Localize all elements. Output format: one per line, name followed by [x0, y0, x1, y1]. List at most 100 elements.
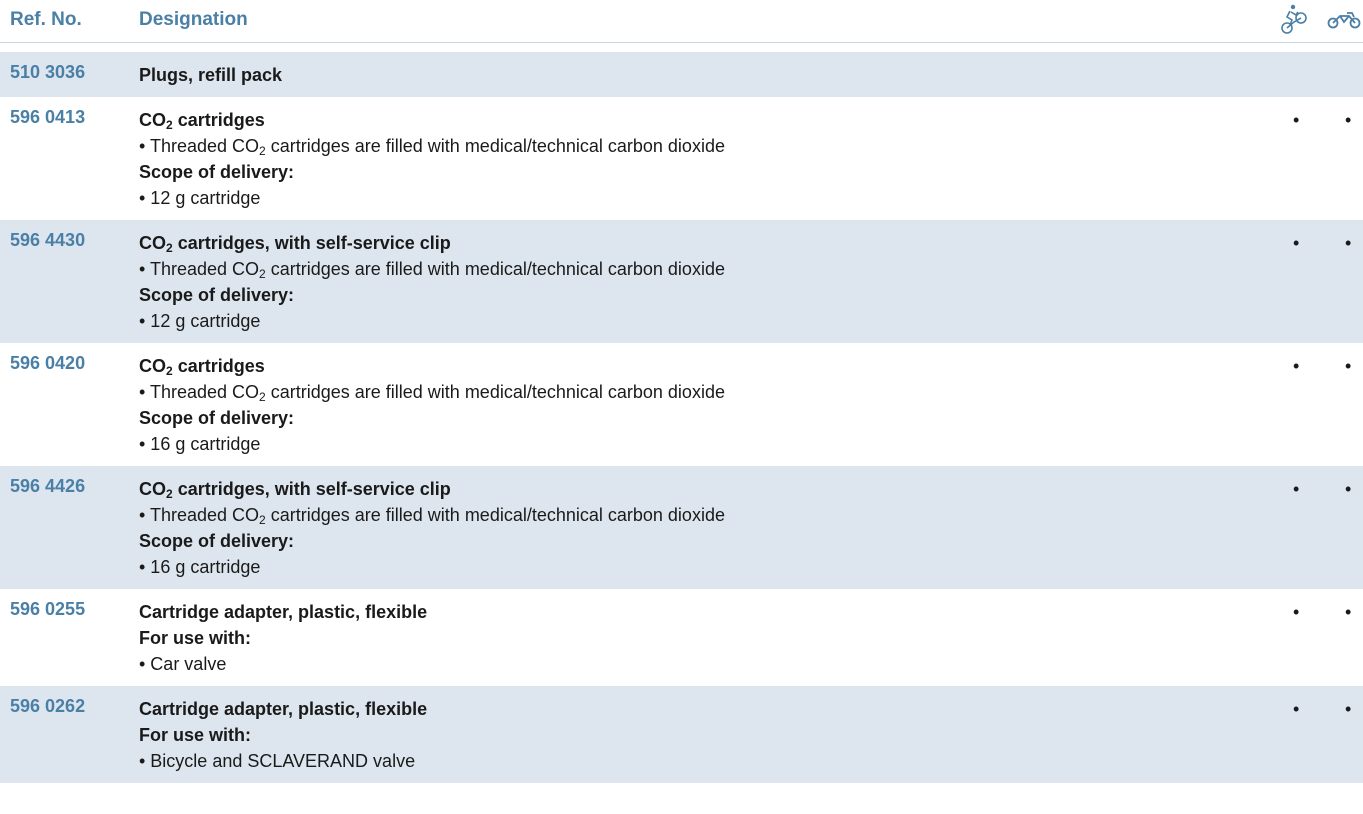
text-part: cartridges are filled with medical/techn…	[265, 505, 725, 525]
text-part: Cartridge adapter, plastic, flexible	[139, 602, 428, 622]
text-part: • Threaded CO	[139, 259, 260, 279]
item-detail: • Threaded CO2 cartridges are filled wit…	[139, 133, 1363, 159]
designation-cell: Cartridge adapter, plastic, flexible For …	[139, 589, 1363, 677]
text-part: cartridges	[172, 110, 265, 130]
table-row: 596 0262 Cartridge adapter, plastic, flex…	[0, 686, 1363, 783]
subscript-text: 2	[166, 241, 173, 255]
designation-cell: CO2 cartridges • Threaded CO2 cartridges …	[139, 343, 1363, 457]
item-detail: • Car valve	[139, 651, 1363, 677]
item-detail: • Threaded CO2 cartridges are filled wit…	[139, 502, 1363, 528]
table-row: 596 4430 CO2 cartridges, with self-servic…	[0, 220, 1363, 343]
text-part: For use with:	[139, 628, 251, 648]
table-row: 596 4426 CO2 cartridges, with self-servic…	[0, 466, 1363, 589]
text-part: • 12 g cartridge	[139, 311, 261, 331]
motorcycle-icon	[1327, 2, 1363, 41]
section-label: Scope of delivery:	[139, 528, 1363, 554]
ref-number: 510 3036	[10, 62, 86, 82]
ref-number: 596 4430	[10, 230, 86, 250]
bicycle-applicable-marker: •	[1293, 110, 1300, 130]
item-detail: • 12 g cartridge	[139, 308, 1363, 334]
text-part: Scope of delivery:	[139, 408, 295, 428]
item-detail: • Threaded CO2 cartridges are filled wit…	[139, 256, 1363, 282]
designation-column-header: Designation	[139, 9, 248, 30]
ref-number: 596 0413	[10, 107, 86, 127]
ref-number: 596 0420	[10, 353, 86, 373]
bicycle-applicable-marker: •	[1293, 233, 1300, 253]
text-part: Scope of delivery:	[139, 162, 295, 182]
text-part: • Threaded CO	[139, 382, 260, 402]
motorcycle-applicable-marker: •	[1345, 699, 1352, 719]
subscript-text: 2	[166, 487, 173, 501]
designation-cell: CO2 cartridges, with self-service clip • …	[139, 466, 1363, 580]
item-detail: • 12 g cartridge	[139, 185, 1363, 211]
text-part: Scope of delivery:	[139, 285, 295, 305]
text-part: CO	[139, 356, 166, 376]
designation-cell: CO2 cartridges • Threaded CO2 cartridges …	[139, 97, 1363, 211]
text-part: • Threaded CO	[139, 505, 260, 525]
text-part: cartridges are filled with medical/techn…	[265, 382, 725, 402]
ref-no-column-header: Ref. No.	[10, 9, 82, 30]
motorcycle-applicable-marker: •	[1345, 356, 1352, 376]
text-part: For use with:	[139, 725, 251, 745]
ref-number: 596 0255	[10, 599, 86, 619]
table-row: 596 0255 Cartridge adapter, plastic, flex…	[0, 589, 1363, 686]
item-detail: • Threaded CO2 cartridges are filled wit…	[139, 379, 1363, 405]
section-label: Scope of delivery:	[139, 405, 1363, 431]
subscript-text: 2	[166, 118, 173, 132]
text-part: • Bicycle and SCLAVERAND valve	[139, 751, 416, 771]
bicycle-applicable-marker: •	[1293, 602, 1300, 622]
section-label: Scope of delivery:	[139, 282, 1363, 308]
item-title: Plugs, refill pack	[139, 62, 1363, 88]
item-title: CO2 cartridges, with self-service clip	[139, 230, 1363, 256]
text-part: • Car valve	[139, 654, 227, 674]
table-header: Ref. No. Designation	[0, 0, 1363, 43]
parts-table-body: 510 3036 Plugs, refill pack 596 0413 CO2 ca…	[0, 52, 1363, 783]
text-part: Scope of delivery:	[139, 531, 295, 551]
motorcycle-applicable-marker: •	[1345, 233, 1352, 253]
bicycle-icon	[1280, 2, 1310, 41]
text-part: cartridges are filled with medical/techn…	[265, 259, 725, 279]
text-part: CO	[139, 110, 166, 130]
text-part: Cartridge adapter, plastic, flexible	[139, 699, 428, 719]
bicycle-applicable-marker: •	[1293, 479, 1300, 499]
subscript-text: 2	[166, 364, 173, 378]
subscript-text: 2	[259, 267, 266, 281]
text-part: cartridges, with self-service clip	[172, 479, 451, 499]
text-part: cartridges, with self-service clip	[172, 233, 451, 253]
item-detail: • 16 g cartridge	[139, 431, 1363, 457]
item-title: Cartridge adapter, plastic, flexible	[139, 599, 1363, 625]
item-detail: • Bicycle and SCLAVERAND valve	[139, 748, 1363, 774]
text-part: cartridges	[172, 356, 265, 376]
text-part: • 16 g cartridge	[139, 557, 261, 577]
motorcycle-applicable-marker: •	[1345, 110, 1352, 130]
designation-cell: CO2 cartridges, with self-service clip • …	[139, 220, 1363, 334]
designation-cell: Cartridge adapter, plastic, flexible For …	[139, 686, 1363, 774]
ref-number: 596 0262	[10, 696, 86, 716]
section-label: Scope of delivery:	[139, 159, 1363, 185]
ref-number: 596 4426	[10, 476, 86, 496]
table-row: 510 3036 Plugs, refill pack	[0, 52, 1363, 97]
item-title: CO2 cartridges	[139, 353, 1363, 379]
bicycle-applicable-marker: •	[1293, 356, 1300, 376]
item-title: CO2 cartridges, with self-service clip	[139, 476, 1363, 502]
text-part: CO	[139, 479, 166, 499]
section-label: For use with:	[139, 625, 1363, 651]
text-part: CO	[139, 233, 166, 253]
item-title: CO2 cartridges	[139, 107, 1363, 133]
text-part: • 16 g cartridge	[139, 434, 261, 454]
item-title: Cartridge adapter, plastic, flexible	[139, 696, 1363, 722]
subscript-text: 2	[259, 390, 266, 404]
item-detail: • 16 g cartridge	[139, 554, 1363, 580]
subscript-text: 2	[259, 513, 266, 527]
table-row: 596 0413 CO2 cartridges • Threaded CO2 car…	[0, 97, 1363, 220]
text-part: • Threaded CO	[139, 136, 260, 156]
bicycle-applicable-marker: •	[1293, 699, 1300, 719]
designation-cell: Plugs, refill pack	[139, 52, 1363, 88]
section-label: For use with:	[139, 722, 1363, 748]
text-part: • 12 g cartridge	[139, 188, 261, 208]
motorcycle-applicable-marker: •	[1345, 479, 1352, 499]
table-row: 596 0420 CO2 cartridges • Threaded CO2 car…	[0, 343, 1363, 466]
text-part: cartridges are filled with medical/techn…	[265, 136, 725, 156]
subscript-text: 2	[259, 144, 266, 158]
text-part: Plugs, refill pack	[139, 65, 283, 85]
